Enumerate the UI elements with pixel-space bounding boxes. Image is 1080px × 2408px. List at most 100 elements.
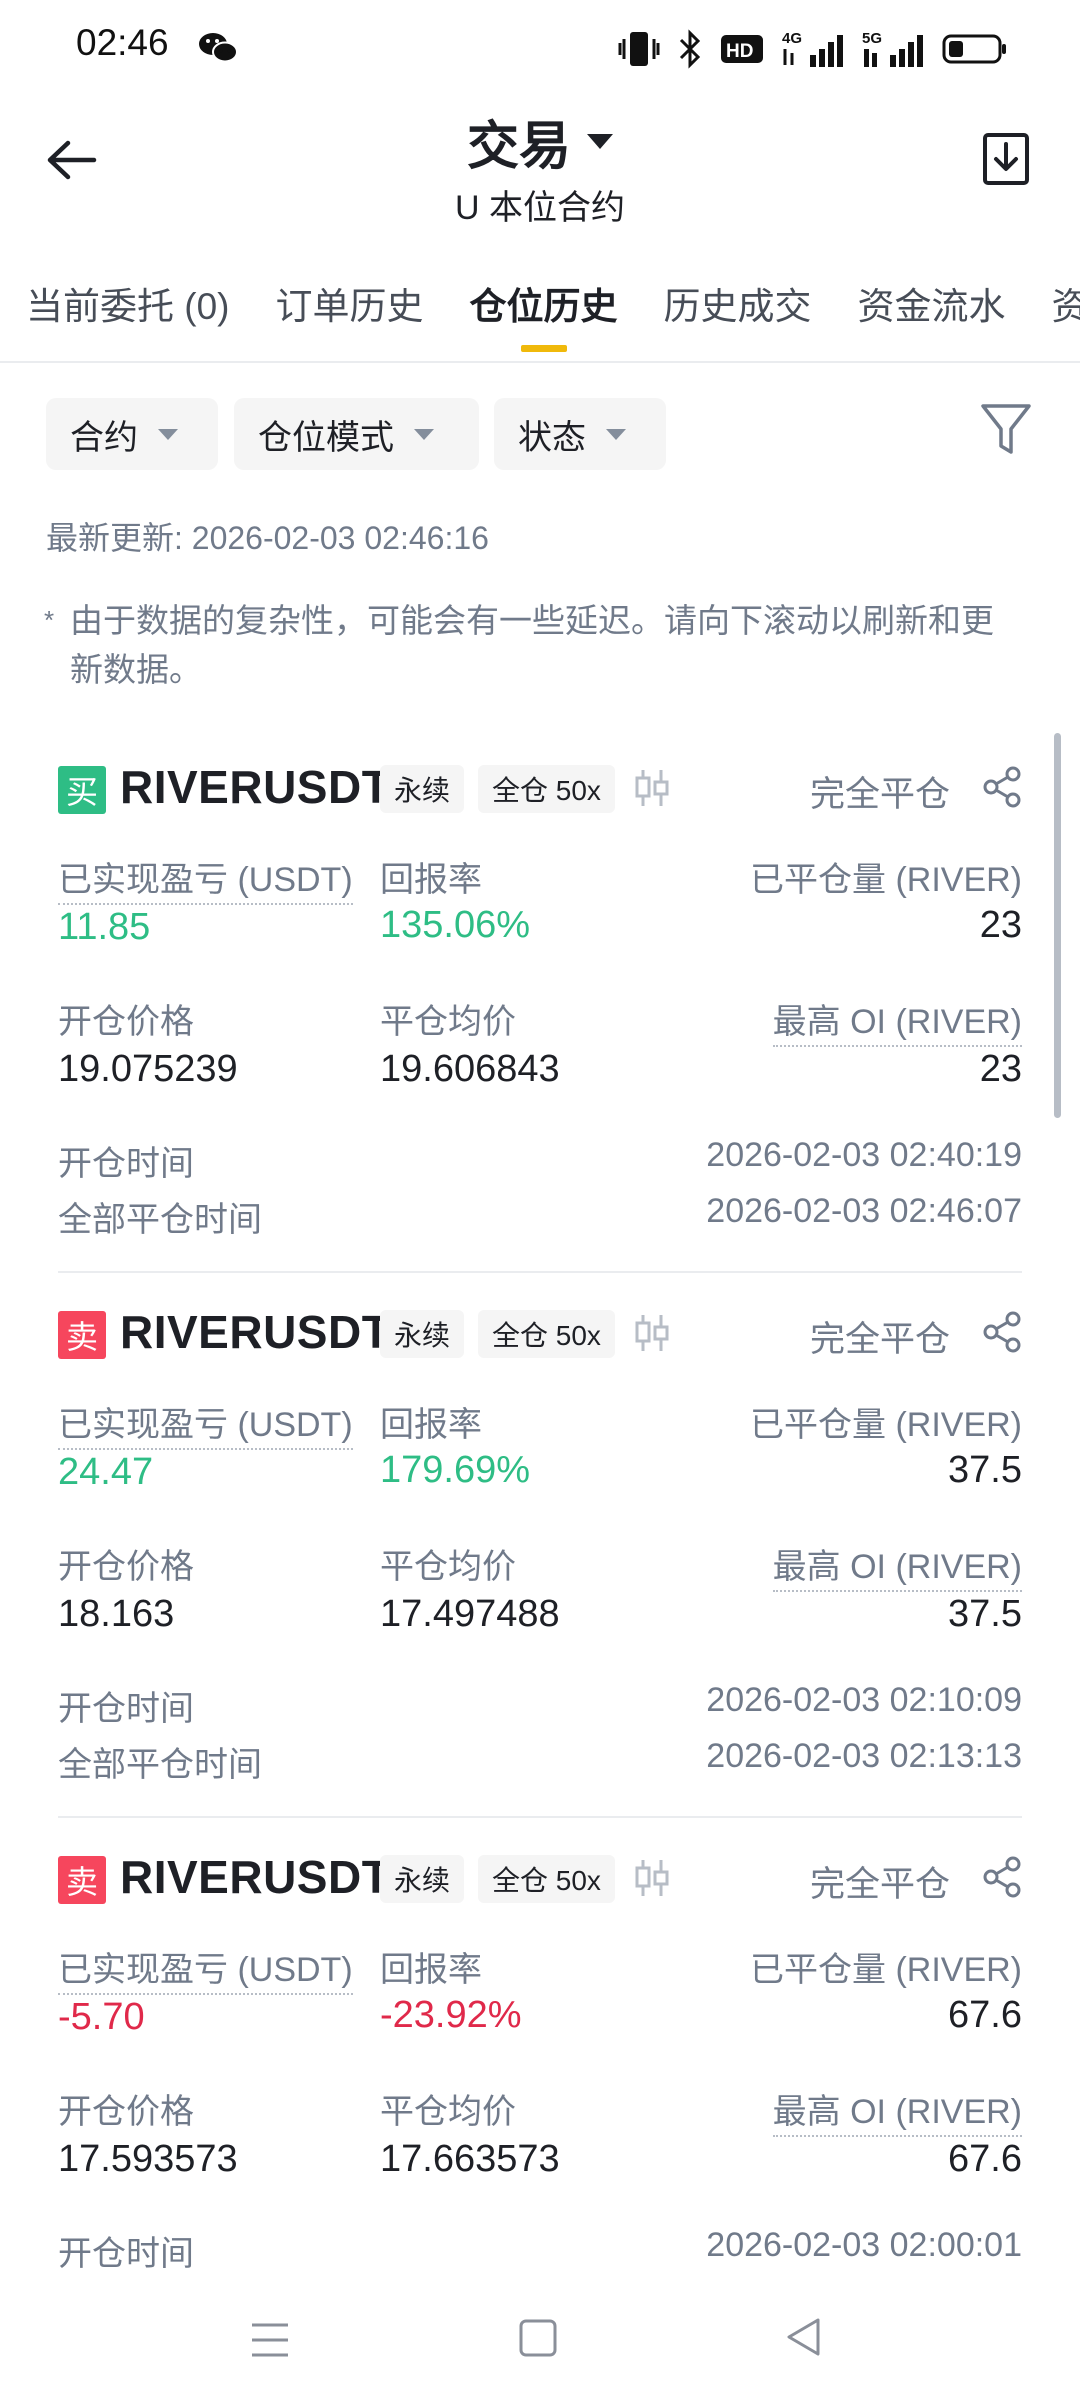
hd-icon: HD bbox=[721, 35, 763, 63]
position-status: 完全平仓 bbox=[809, 1320, 950, 1359]
tab-position-history[interactable]: 仓位历史 bbox=[470, 276, 618, 352]
chevron-down-icon bbox=[606, 428, 626, 440]
candlestick-chart-icon[interactable] bbox=[634, 1858, 670, 1898]
open-price-label: 开仓价格 bbox=[58, 2093, 194, 2131]
max-oi-label[interactable]: 最高 OI (RIVER) bbox=[772, 1539, 1022, 1592]
avg-close-price-value: 17.663573 bbox=[380, 2138, 560, 2180]
page-title-row[interactable]: 交易 bbox=[0, 104, 1080, 179]
realized-pnl-value: 24.47 bbox=[58, 1451, 154, 1493]
download-icon[interactable] bbox=[982, 132, 1030, 186]
candlestick-chart-icon[interactable] bbox=[634, 1313, 670, 1353]
position-status: 完全平仓 bbox=[809, 775, 950, 814]
open-time-label: 开仓时间 bbox=[58, 1145, 194, 1183]
page-title[interactable]: 交易 bbox=[467, 104, 613, 179]
contract-type-tag: 永续 bbox=[380, 1855, 465, 1903]
position-card[interactable]: 卖 RIVERUSDT 永续 全仓 50x 完全平仓 已实现盈亏 (USDT) … bbox=[58, 1273, 1022, 1818]
realized-pnl-value: 11.85 bbox=[58, 906, 151, 948]
tab-funding-flow[interactable]: 资金流水 bbox=[858, 276, 1006, 350]
open-price-value: 18.163 bbox=[58, 1593, 175, 1635]
signal-4g-icon: 4G bbox=[782, 30, 843, 67]
closed-qty-label: 已平仓量 (RIVER) bbox=[750, 1406, 1022, 1444]
realized-pnl-label[interactable]: 已实现盈亏 (USDT) bbox=[58, 852, 353, 905]
contract-filter-label: 合约 bbox=[70, 418, 138, 457]
avg-close-price-value: 19.606843 bbox=[380, 1048, 560, 1090]
chevron-down-icon bbox=[414, 428, 434, 440]
realized-pnl-value: -5.70 bbox=[58, 1996, 145, 2038]
status-icons: HD 4G 5G bbox=[618, 24, 1008, 74]
roi-label: 回报率 bbox=[380, 861, 482, 899]
open-price-value: 17.593573 bbox=[58, 2138, 238, 2180]
side-badge-sell: 卖 bbox=[58, 1311, 106, 1359]
avg-close-price-label: 平仓均价 bbox=[380, 1548, 516, 1586]
position-status: 完全平仓 bbox=[809, 1865, 950, 1904]
contract-type-tag: 永续 bbox=[380, 765, 465, 813]
page-title-text: 交易 bbox=[466, 118, 571, 176]
wechat-icon bbox=[199, 33, 238, 63]
home-square-icon[interactable] bbox=[518, 2318, 558, 2358]
open-time-label: 开仓时间 bbox=[58, 2235, 194, 2270]
open-price-value: 19.075239 bbox=[58, 1048, 238, 1090]
max-oi-value: 67.6 bbox=[948, 2138, 1022, 2180]
symbol[interactable]: RIVERUSDT bbox=[120, 1850, 390, 1904]
open-time-value: 2026-02-03 02:10:09 bbox=[706, 1681, 1022, 1719]
close-time-label: 全部平仓时间 bbox=[58, 1201, 262, 1239]
status-filter-label: 状态 bbox=[518, 418, 586, 457]
last-updated: 最新更新: 2026-02-03 02:46:16 bbox=[46, 520, 489, 556]
tab-open-orders[interactable]: 当前委托 (0) bbox=[26, 276, 230, 350]
share-icon[interactable] bbox=[982, 1856, 1022, 1898]
close-time-value: 2026-02-03 02:46:07 bbox=[706, 1192, 1022, 1230]
avg-close-price-label: 平仓均价 bbox=[380, 1003, 516, 1041]
roi-value: -23.92% bbox=[380, 1994, 522, 2036]
side-badge-buy: 买 bbox=[58, 766, 106, 814]
bluetooth-icon bbox=[679, 29, 701, 69]
position-mode-filter-label: 仓位模式 bbox=[258, 418, 394, 457]
contract-type-tag: 永续 bbox=[380, 1310, 465, 1358]
open-time-label: 开仓时间 bbox=[58, 1690, 194, 1728]
closed-qty-value: 37.5 bbox=[948, 1449, 1022, 1491]
candlestick-chart-icon[interactable] bbox=[634, 768, 670, 808]
avg-close-price-value: 17.497488 bbox=[380, 1593, 560, 1635]
title-dropdown-icon bbox=[587, 134, 613, 149]
contract-filter[interactable]: 合约 bbox=[46, 398, 218, 470]
open-price-label: 开仓价格 bbox=[58, 1003, 194, 1041]
signal-5g-icon: 5G bbox=[862, 30, 923, 67]
realized-pnl-label[interactable]: 已实现盈亏 (USDT) bbox=[58, 1942, 353, 1995]
margin-leverage-tag: 全仓 50x bbox=[478, 765, 615, 813]
close-time-value: 2026-02-03 02:13:13 bbox=[706, 1737, 1022, 1775]
avg-close-price-label: 平仓均价 bbox=[380, 2093, 516, 2131]
max-oi-value: 23 bbox=[979, 1048, 1022, 1090]
tab-order-history[interactable]: 订单历史 bbox=[276, 276, 424, 350]
tab-more[interactable]: 资 bbox=[1052, 276, 1080, 350]
note-asterisk: * bbox=[44, 605, 55, 635]
svg-text:4G: 4G bbox=[782, 30, 802, 47]
svg-text:5G: 5G bbox=[862, 30, 882, 47]
max-oi-label[interactable]: 最高 OI (RIVER) bbox=[772, 2084, 1022, 2137]
share-icon[interactable] bbox=[982, 1311, 1022, 1353]
status-filter[interactable]: 状态 bbox=[494, 398, 666, 470]
symbol[interactable]: RIVERUSDT bbox=[120, 1305, 390, 1359]
max-oi-label[interactable]: 最高 OI (RIVER) bbox=[772, 994, 1022, 1047]
menu-icon[interactable] bbox=[250, 2320, 290, 2360]
position-mode-filter[interactable]: 仓位模式 bbox=[234, 398, 479, 470]
open-time-value: 2026-02-03 02:40:19 bbox=[706, 1136, 1022, 1174]
scrollbar[interactable] bbox=[1054, 733, 1061, 1118]
share-icon[interactable] bbox=[982, 766, 1022, 808]
tab-divider bbox=[0, 361, 1080, 363]
margin-leverage-tag: 全仓 50x bbox=[478, 1855, 615, 1903]
roi-label: 回报率 bbox=[380, 1951, 482, 1989]
tab-trade-history[interactable]: 历史成交 bbox=[664, 276, 812, 350]
roi-value: 179.69% bbox=[380, 1449, 531, 1491]
max-oi-value: 37.5 bbox=[948, 1593, 1022, 1635]
closed-qty-value: 67.6 bbox=[948, 1994, 1022, 2036]
open-time-value: 2026-02-03 02:00:01 bbox=[706, 2226, 1022, 2264]
symbol[interactable]: RIVERUSDT bbox=[120, 760, 390, 814]
realized-pnl-label[interactable]: 已实现盈亏 (USDT) bbox=[58, 1397, 353, 1450]
status-time: 02:46 bbox=[76, 22, 169, 63]
side-badge-sell: 卖 bbox=[58, 1856, 106, 1904]
back-triangle-icon[interactable] bbox=[784, 2316, 824, 2358]
position-card[interactable]: 买 RIVERUSDT 永续 全仓 50x 完全平仓 已实现盈亏 (USDT) … bbox=[58, 728, 1022, 1273]
closed-qty-label: 已平仓量 (RIVER) bbox=[750, 861, 1022, 899]
position-card[interactable]: 卖 RIVERUSDT 永续 全仓 50x 完全平仓 已实现盈亏 (USDT) … bbox=[58, 1818, 1022, 2270]
roi-label: 回报率 bbox=[380, 1406, 482, 1444]
filter-icon[interactable] bbox=[980, 402, 1032, 458]
